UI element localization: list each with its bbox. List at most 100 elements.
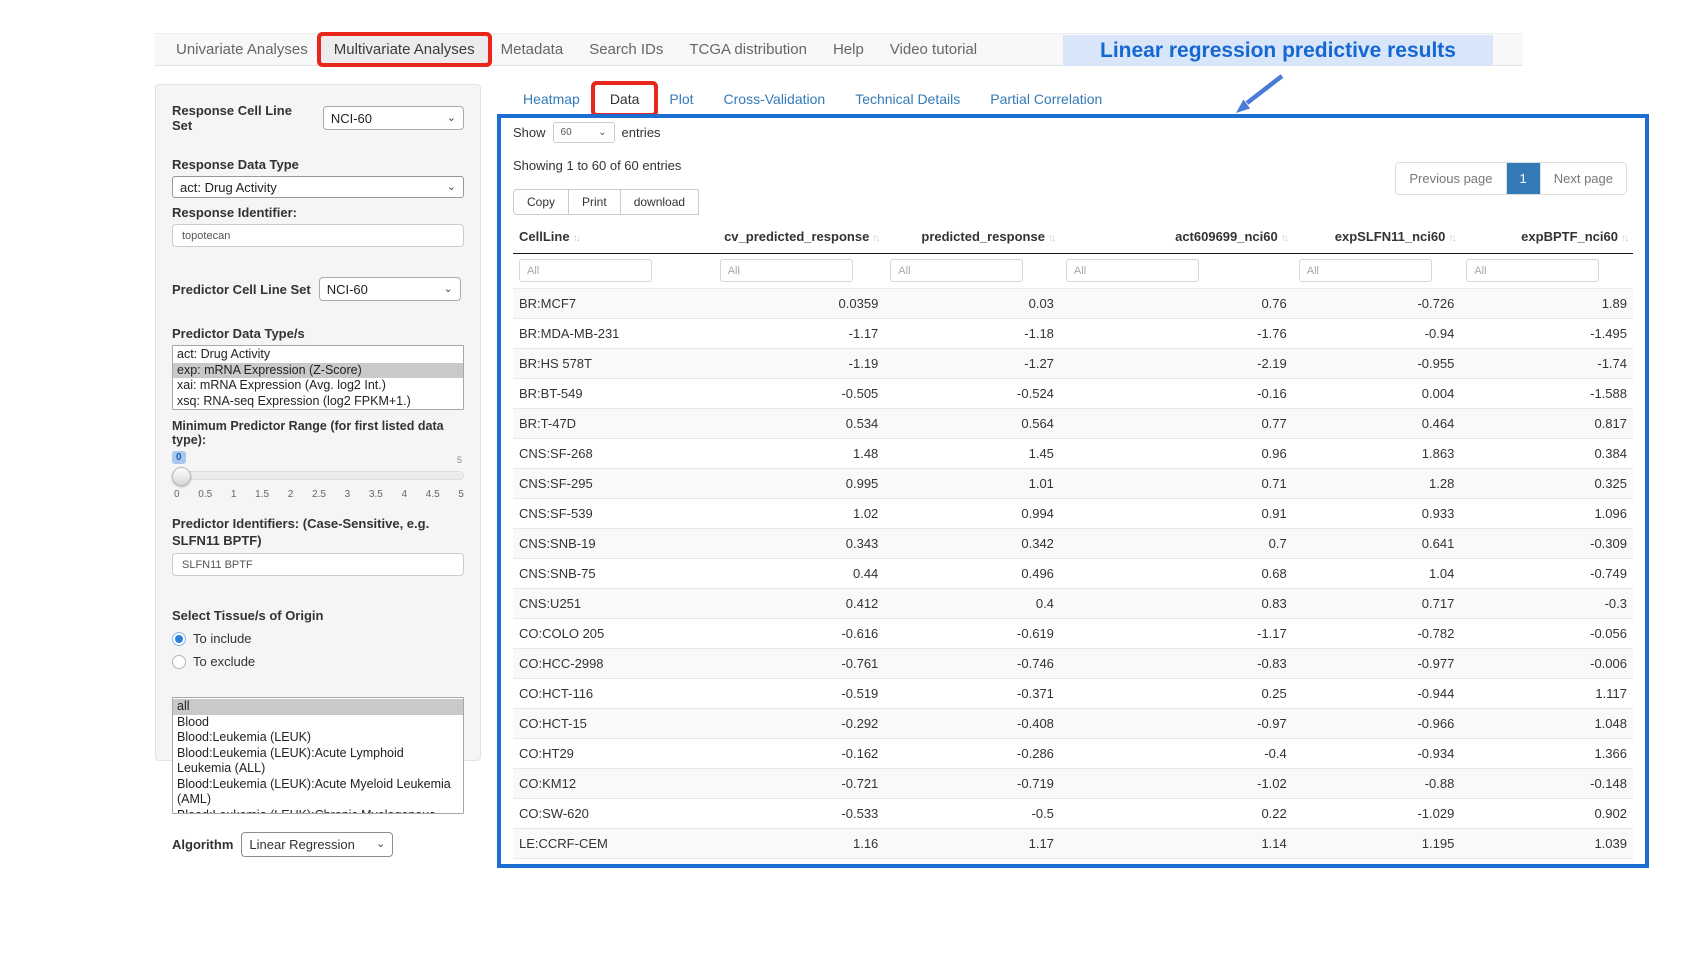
response-data-type-value: act: Drug Activity <box>180 180 277 195</box>
table-row[interactable]: CO:SW-620 -0.533 -0.5 0.22 -1.029 0.902 <box>513 799 1633 829</box>
export-button[interactable]: download <box>621 189 699 215</box>
listbox-option[interactable]: Blood:Leukemia (LEUK):Chronic Myelogenou… <box>173 808 463 815</box>
listbox-option[interactable]: xai: mRNA Expression (Avg. log2 Int.) <box>173 378 463 394</box>
table-row[interactable]: BR:MCF7 0.0359 0.03 0.76 -0.726 1.89 <box>513 289 1633 319</box>
expSLFN11-value: 1.863 <box>1293 439 1461 469</box>
expBPTF-value: -0.749 <box>1460 559 1633 589</box>
table-row[interactable]: LE:HL-60(TB) 0.951 0.934 0.68 1.307 0.03… <box>513 859 1633 869</box>
table-row[interactable]: LE:CCRF-CEM 1.16 1.17 1.14 1.195 1.039 <box>513 829 1633 859</box>
export-button[interactable]: Print <box>569 189 621 215</box>
table-row[interactable]: CNS:SF-539 1.02 0.994 0.91 0.933 1.096 <box>513 499 1633 529</box>
column-header[interactable]: predicted_response↑↓ <box>884 221 1060 254</box>
result-tab[interactable]: Plot <box>654 85 708 113</box>
table-row[interactable]: CO:HT29 -0.162 -0.286 -0.4 -0.934 1.366 <box>513 739 1633 769</box>
cell-line: CNS:SF-539 <box>513 499 714 529</box>
listbox-option[interactable]: exp: mRNA Expression (Z-Score) <box>173 363 463 379</box>
listbox-option[interactable]: act: Drug Activity <box>173 347 463 363</box>
table-row[interactable]: CNS:SNB-75 0.44 0.496 0.68 1.04 -0.749 <box>513 559 1633 589</box>
predicted-response-value: -0.286 <box>884 739 1060 769</box>
sort-icon[interactable]: ↑↓ <box>1281 233 1287 244</box>
listbox-option[interactable]: xsq: RNA-seq Expression (log2 FPKM+1.) <box>173 394 463 410</box>
table-row[interactable]: CNS:SF-268 1.48 1.45 0.96 1.863 0.384 <box>513 439 1633 469</box>
export-button[interactable]: Copy <box>513 189 569 215</box>
show-entries-select[interactable]: 60 ⌄ <box>553 122 615 143</box>
slider-tick: 5 <box>458 489 464 500</box>
act609699-value: -1.17 <box>1060 619 1293 649</box>
table-row[interactable]: CO:COLO 205 -0.616 -0.619 -1.17 -0.782 -… <box>513 619 1633 649</box>
column-header[interactable]: expBPTF_nci60↑↓ <box>1460 221 1633 254</box>
header-row: CellLine↑↓ cv_predicted_response↑↓ predi… <box>513 221 1633 254</box>
sort-icon[interactable]: ↑↓ <box>1048 233 1054 244</box>
response-data-type-select[interactable]: act: Drug Activity ⌄ <box>172 176 464 198</box>
sort-icon[interactable]: ↑↓ <box>872 233 878 244</box>
table-row[interactable]: BR:BT-549 -0.505 -0.524 -0.16 0.004 -1.5… <box>513 379 1633 409</box>
result-tab[interactable]: Heatmap <box>508 85 595 113</box>
listbox-option[interactable]: all <box>173 699 463 715</box>
column-filter-input[interactable] <box>1466 259 1599 282</box>
listbox-option[interactable]: Blood:Leukemia (LEUK) <box>173 730 463 746</box>
sort-icon[interactable]: ↑↓ <box>573 233 579 244</box>
listbox-option[interactable]: Blood:Leukemia (LEUK):Acute Lymphoid Leu… <box>173 746 463 777</box>
column-header[interactable]: cv_predicted_response↑↓ <box>714 221 885 254</box>
cell-line: CNS:SF-295 <box>513 469 714 499</box>
expBPTF-value: 1.89 <box>1460 289 1633 319</box>
nav-item[interactable]: Video tutorial <box>877 36 990 63</box>
nav-item[interactable]: TCGA distribution <box>676 36 820 63</box>
expSLFN11-value: 1.04 <box>1293 559 1461 589</box>
result-tab[interactable]: Partial Correlation <box>975 85 1117 113</box>
response-cell-line-set-label: Response Cell Line Set <box>172 103 315 133</box>
response-cell-line-set-select[interactable]: NCI-60 ⌄ <box>323 106 464 130</box>
column-header-label: expSLFN11_nci60 <box>1335 229 1446 244</box>
tissue-origin-radio[interactable]: To exclude <box>172 654 464 669</box>
listbox-option[interactable]: Blood:Leukemia (LEUK):Acute Myeloid Leuk… <box>173 777 463 808</box>
expBPTF-value: 1.117 <box>1460 679 1633 709</box>
tab-label: Plot <box>669 91 693 107</box>
listbox-option[interactable]: Blood <box>173 715 463 731</box>
tissue-origin-radio[interactable]: To include <box>172 631 464 646</box>
column-filter-input[interactable] <box>720 259 853 282</box>
table-row[interactable]: CO:HCT-116 -0.519 -0.371 0.25 -0.944 1.1… <box>513 679 1633 709</box>
predicted-response-value: 0.342 <box>884 529 1060 559</box>
table-row[interactable]: CO:KM12 -0.721 -0.719 -1.02 -0.88 -0.148 <box>513 769 1633 799</box>
table-row[interactable]: CNS:SNB-19 0.343 0.342 0.7 0.641 -0.309 <box>513 529 1633 559</box>
table-row[interactable]: BR:T-47D 0.534 0.564 0.77 0.464 0.817 <box>513 409 1633 439</box>
algorithm-select[interactable]: Linear Regression ⌄ <box>241 832 393 857</box>
chevron-down-icon: ⌄ <box>447 182 456 193</box>
column-header[interactable]: CellLine↑↓ <box>513 221 714 254</box>
expBPTF-value: -0.309 <box>1460 529 1633 559</box>
column-filter-input[interactable] <box>890 259 1023 282</box>
nav-item[interactable]: Multivariate Analyses <box>321 36 488 63</box>
slider-track[interactable] <box>172 471 464 480</box>
table-row[interactable]: CO:HCC-2998 -0.761 -0.746 -0.83 -0.977 -… <box>513 649 1633 679</box>
nav-item[interactable]: Univariate Analyses <box>163 36 321 63</box>
result-tab[interactable]: Technical Details <box>840 85 975 113</box>
column-filter-input[interactable] <box>1299 259 1432 282</box>
expBPTF-value: 1.048 <box>1460 709 1633 739</box>
nav-item[interactable]: Metadata <box>488 36 577 63</box>
result-tab[interactable]: Cross-Validation <box>709 85 841 113</box>
column-header[interactable]: act609699_nci60↑↓ <box>1060 221 1293 254</box>
response-identifier-input[interactable]: topotecan <box>172 224 464 247</box>
table-row[interactable]: BR:HS 578T -1.19 -1.27 -2.19 -0.955 -1.7… <box>513 349 1633 379</box>
nav-item[interactable]: Search IDs <box>576 36 676 63</box>
cv-predicted-response-value: -0.616 <box>714 619 885 649</box>
column-filter-input[interactable] <box>1066 259 1199 282</box>
table-row[interactable]: CNS:SF-295 0.995 1.01 0.71 1.28 0.325 <box>513 469 1633 499</box>
previous-page-button[interactable]: Previous page <box>1396 163 1505 194</box>
slider-handle[interactable] <box>172 467 191 486</box>
sort-icon[interactable]: ↑↓ <box>1621 233 1627 244</box>
result-tab[interactable]: Data <box>595 85 655 113</box>
page-number-button[interactable]: 1 <box>1506 163 1540 194</box>
next-page-button[interactable]: Next page <box>1540 163 1626 194</box>
column-filter-input[interactable] <box>519 259 652 282</box>
expSLFN11-value: 0.464 <box>1293 409 1461 439</box>
table-row[interactable]: BR:MDA-MB-231 -1.17 -1.18 -1.76 -0.94 -1… <box>513 319 1633 349</box>
predictor-cell-line-set-select[interactable]: NCI-60 ⌄ <box>319 277 461 301</box>
table-row[interactable]: CO:HCT-15 -0.292 -0.408 -0.97 -0.966 1.0… <box>513 709 1633 739</box>
table-row[interactable]: CNS:U251 0.412 0.4 0.83 0.717 -0.3 <box>513 589 1633 619</box>
expSLFN11-value: -0.977 <box>1293 649 1461 679</box>
predictor-identifiers-input[interactable]: SLFN11 BPTF <box>172 553 464 576</box>
sort-icon[interactable]: ↑↓ <box>1448 233 1454 244</box>
column-header[interactable]: expSLFN11_nci60↑↓ <box>1293 221 1461 254</box>
nav-item[interactable]: Help <box>820 36 877 63</box>
